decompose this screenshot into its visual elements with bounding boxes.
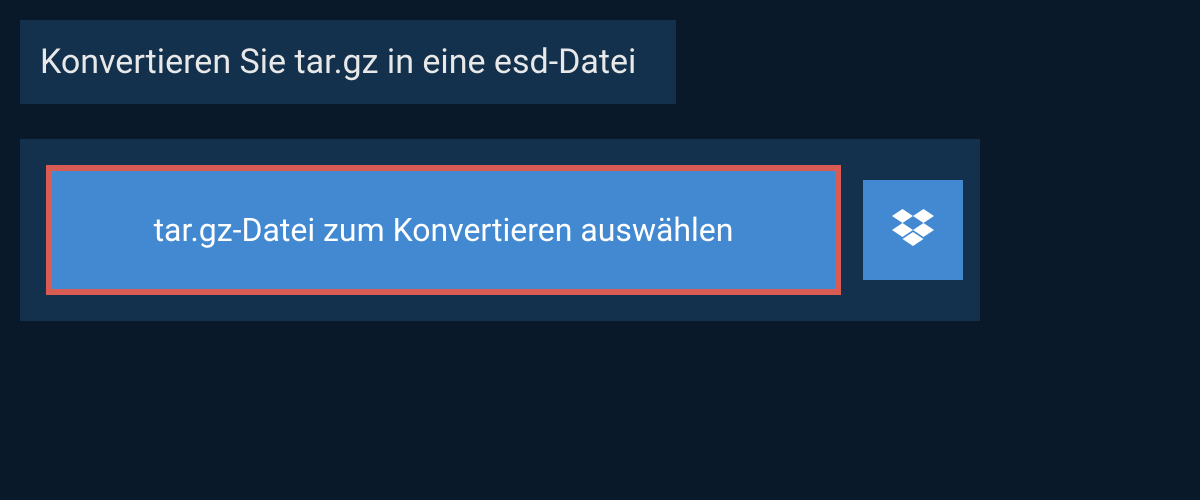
heading-wrapper: Konvertieren Sie tar.gz in eine esd-Date… <box>20 20 676 104</box>
select-file-label: tar.gz-Datei zum Konvertieren auswählen <box>154 211 734 249</box>
upload-panel: tar.gz-Datei zum Konvertieren auswählen <box>20 139 980 321</box>
main-container: Konvertieren Sie tar.gz in eine esd-Date… <box>0 0 1200 341</box>
dropbox-button[interactable] <box>863 180 963 280</box>
dropbox-icon <box>892 209 934 251</box>
page-title: Konvertieren Sie tar.gz in eine esd-Date… <box>40 42 636 82</box>
select-file-button[interactable]: tar.gz-Datei zum Konvertieren auswählen <box>46 165 841 295</box>
